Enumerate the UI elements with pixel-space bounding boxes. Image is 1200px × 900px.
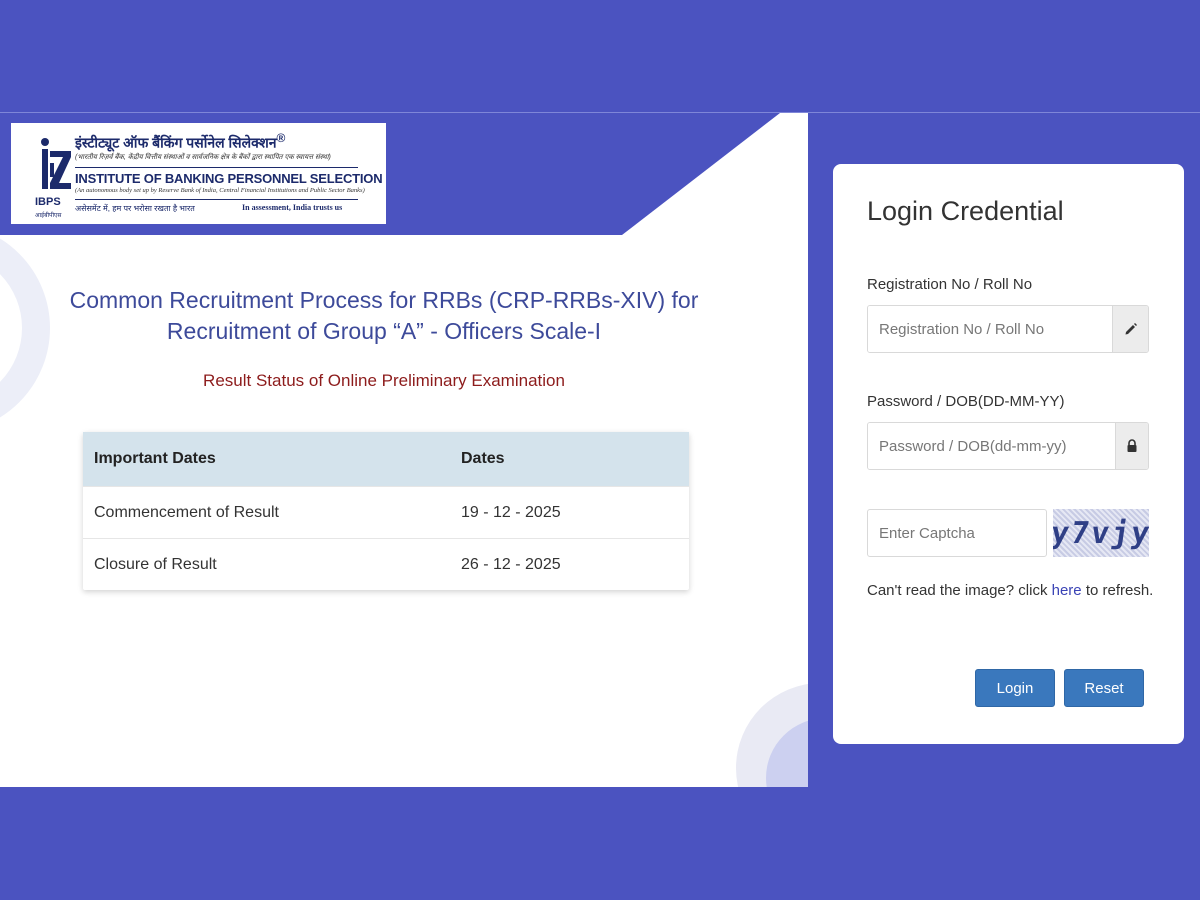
logo-rule-top bbox=[75, 167, 358, 168]
registration-input[interactable] bbox=[868, 306, 1112, 352]
logo-tagline-hindi: असेसमेंट में, हम पर भरोसा रखता है भारत bbox=[75, 204, 195, 213]
registered-mark: ® bbox=[276, 131, 286, 145]
table-row: Closure of Result 26 - 12 - 2025 bbox=[83, 538, 689, 590]
ibps-mark-hindi: आईबीपीएस bbox=[35, 211, 62, 219]
decorative-circle-left bbox=[0, 223, 50, 433]
important-dates-table: Important Dates Dates Commencement of Re… bbox=[83, 432, 689, 590]
logo-english-subtitle: (An autonomous body set up by Reserve Ba… bbox=[75, 187, 365, 194]
reset-button[interactable]: Reset bbox=[1064, 669, 1144, 707]
page-title-line1: Common Recruitment Process for RRBs (CRP… bbox=[69, 287, 699, 313]
table-row: Commencement of Result 19 - 12 - 2025 bbox=[83, 486, 689, 538]
ibps-mark-icon: IBPS आईबीपीएस bbox=[35, 138, 71, 219]
captcha-image: y7vjy bbox=[1053, 509, 1149, 557]
table-cell: 26 - 12 - 2025 bbox=[461, 555, 561, 573]
password-addon bbox=[1115, 423, 1148, 469]
table-cell: Commencement of Result bbox=[94, 503, 279, 521]
pencil-icon bbox=[1125, 323, 1137, 335]
registration-label: Registration No / Roll No bbox=[867, 276, 1033, 293]
registration-addon bbox=[1112, 306, 1148, 352]
page-title-line2: Recruitment of Group “A” - Officers Scal… bbox=[166, 318, 602, 344]
page-subtitle: Result Status of Online Preliminary Exam… bbox=[203, 371, 565, 390]
logo-rule-bottom bbox=[75, 199, 358, 200]
page-title: Common Recruitment Process for RRBs (CRP… bbox=[60, 285, 708, 347]
lock-icon bbox=[1127, 439, 1137, 452]
password-input[interactable] bbox=[868, 423, 1115, 469]
refresh-prefix: Can't read the image? click bbox=[867, 582, 1052, 599]
logo-hindi-subtitle: (भारतीय रिज़र्व बैंक, केंद्रीय वित्तीय स… bbox=[75, 154, 331, 161]
login-title: Login Credential bbox=[867, 196, 1064, 226]
captcha-refresh-text: Can't read the image? click here to refr… bbox=[867, 582, 1153, 599]
login-card: Login Credential Registration No / Roll … bbox=[833, 164, 1184, 744]
registration-field-group bbox=[867, 305, 1149, 353]
logo-hindi-title: इंस्टीट्यूट ऑफ बैंकिंग पर्सोनेल सिलेक्शन… bbox=[75, 131, 286, 151]
captcha-input[interactable] bbox=[867, 509, 1047, 557]
captcha-text: y7vjy bbox=[1053, 515, 1149, 551]
password-label: Password / DOB(DD-MM-YY) bbox=[867, 393, 1065, 410]
table-cell: 19 - 12 - 2025 bbox=[461, 503, 561, 521]
login-button[interactable]: Login bbox=[975, 669, 1055, 707]
table-header-cell: Important Dates bbox=[94, 450, 216, 467]
captcha-refresh-link[interactable]: here bbox=[1052, 582, 1082, 599]
logo-english-title: INSTITUTE OF BANKING PERSONNEL SELECTION bbox=[75, 171, 383, 186]
refresh-suffix: to refresh. bbox=[1081, 582, 1154, 599]
ibps-mark-text: IBPS bbox=[35, 196, 61, 208]
table-cell: Closure of Result bbox=[94, 555, 217, 573]
ibps-logo: IBPS आईबीपीएस इंस्टीट्यूट ऑफ बैंकिंग पर्… bbox=[11, 123, 386, 224]
password-field-group bbox=[867, 422, 1149, 470]
logo-tagline-english: In assessment, India trusts us bbox=[242, 203, 343, 212]
table-header-row: Important Dates Dates bbox=[83, 432, 689, 486]
table-header-cell: Dates bbox=[461, 450, 505, 467]
